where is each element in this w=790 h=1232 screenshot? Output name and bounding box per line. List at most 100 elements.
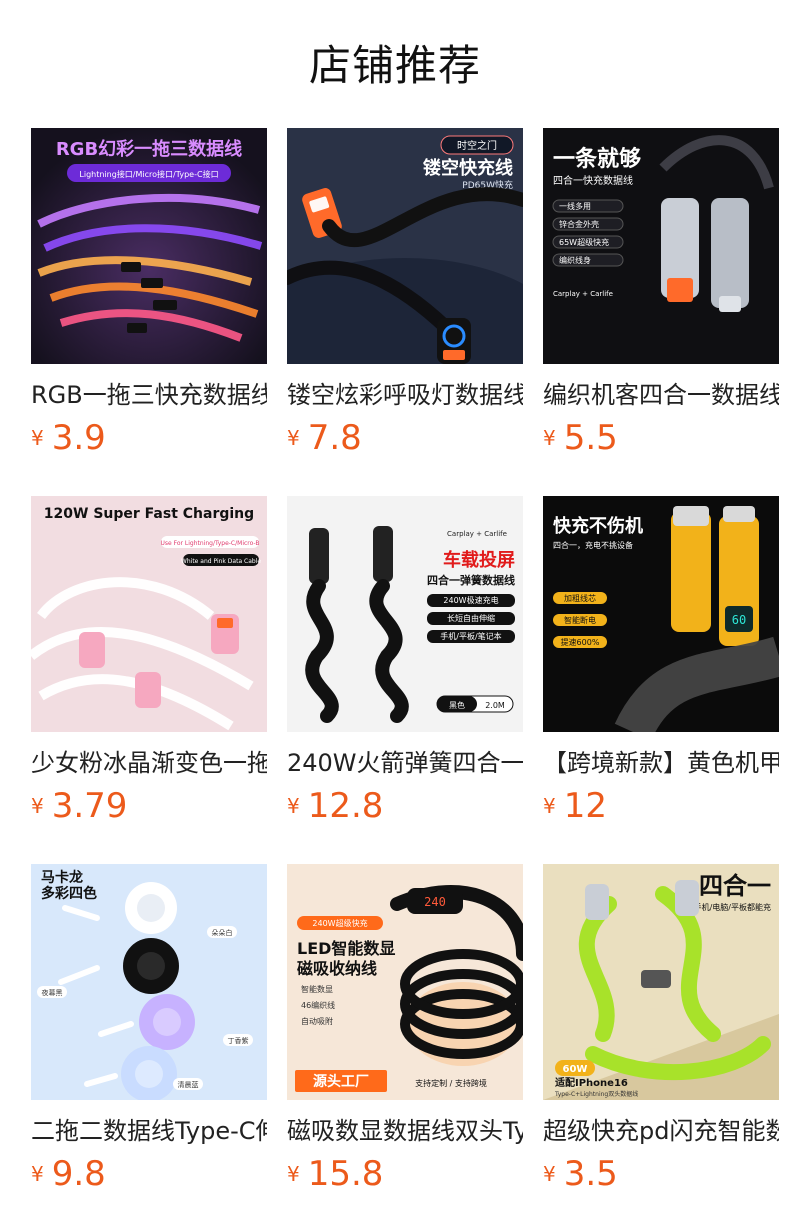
currency-symbol: ¥ <box>31 426 44 450</box>
product-image[interactable]: 240W超级快充 LED智能数显 磁吸收纳线 智能数显 46编织线 自动吸附 2… <box>287 864 523 1100</box>
product-price: ¥3.79 <box>31 784 127 828</box>
feature-text: 锌合金外壳 <box>559 219 599 229</box>
image-badge: 时空之门 <box>457 139 497 152</box>
image-headline: 一条就够 <box>553 146 641 172</box>
image-subline: 磁吸收纳线 <box>297 959 377 978</box>
product-name[interactable]: 二拖二数据线Type-C伸缩 <box>31 1114 267 1148</box>
product-name[interactable]: 【跨境新款】黄色机甲数据线 <box>543 746 779 780</box>
price-value: 3.79 <box>51 786 128 826</box>
product-card[interactable]: 快充不伤机 四合一，充电不挑设备 加粗线芯 智能断电 提速600% 60 【跨境… <box>543 496 779 864</box>
product-price: ¥7.8 <box>287 416 362 460</box>
price-value: 12.8 <box>307 786 384 826</box>
feature-text: 65W超级快充 <box>559 237 609 247</box>
image-tag-length: 2.0M <box>485 701 505 710</box>
product-card[interactable]: 四合一 手机/电脑/平板都能充 60W 适配IPhone16 Type-C+Li… <box>543 864 779 1232</box>
image-headline: 车载投屏 <box>443 549 515 571</box>
product-name[interactable]: 超级快充pd闪充智能数据线 <box>543 1114 779 1148</box>
price-value: 12 <box>563 786 607 826</box>
currency-symbol: ¥ <box>287 1162 300 1186</box>
feature-text: 加粗线芯 <box>564 593 596 603</box>
product-name[interactable]: 镂空炫彩呼吸灯数据线 <box>287 378 523 412</box>
image-badge: 240W超级快充 <box>312 918 367 928</box>
image-footer: 源头工厂 <box>313 1073 369 1090</box>
color-label: 丁香紫 <box>228 1036 249 1045</box>
price-value: 5.5 <box>563 418 618 458</box>
product-image[interactable]: 四合一 手机/电脑/平板都能充 60W 适配IPhone16 Type-C+Li… <box>543 864 779 1100</box>
color-label: 清晨蓝 <box>178 1080 199 1089</box>
currency-symbol: ¥ <box>543 794 556 818</box>
feature-text: 提速600% <box>561 637 600 647</box>
image-headline: 四合一 <box>699 872 771 900</box>
product-image[interactable]: 快充不伤机 四合一，充电不挑设备 加粗线芯 智能断电 提速600% 60 <box>543 496 779 732</box>
image-tag: 60W <box>563 1064 588 1075</box>
price-value: 15.8 <box>307 1154 384 1194</box>
image-subline: 四合一，充电不挑设备 <box>553 540 633 550</box>
image-footer-small: Type-C+Lightning双头数据线 <box>554 1090 638 1098</box>
image-tag-color: 黑色 <box>449 700 465 710</box>
product-card[interactable]: 120W Super Fast Charging Use For Lightni… <box>31 496 267 864</box>
product-name[interactable]: 240W火箭弹簧四合一数据线 <box>287 746 523 780</box>
product-image[interactable]: RGB幻彩一拖三数据线 Lightning接口/Micro接口/Type-C接口 <box>31 128 267 364</box>
feature-text: 智能断电 <box>564 615 596 625</box>
currency-symbol: ¥ <box>287 794 300 818</box>
product-name[interactable]: 编织机客四合一数据线 <box>543 378 779 412</box>
feature-text: 46编织线 <box>301 1000 335 1010</box>
image-top: Carplay + Carlife <box>447 530 507 538</box>
section-title: 店铺推荐 <box>308 41 481 90</box>
feature-text: 一线多用 <box>559 201 591 211</box>
product-price: ¥3.5 <box>543 1152 618 1196</box>
product-image[interactable]: 一条就够 四合一快充数据线 一线多用 锌合金外壳 65W超级快充 编织线身 Ca… <box>543 128 779 364</box>
svg-text:240: 240 <box>424 895 446 909</box>
price-value: 3.9 <box>51 418 106 458</box>
svg-text:60: 60 <box>732 613 746 627</box>
product-price: ¥12.8 <box>287 784 383 828</box>
product-card[interactable]: 240W超级快充 LED智能数显 磁吸收纳线 智能数显 46编织线 自动吸附 2… <box>287 864 523 1232</box>
feature-text: 编织线身 <box>559 255 591 265</box>
image-subline: Use For Lightning/Type-C/Micro-B <box>161 540 260 547</box>
image-headline: 120W Super Fast Charging <box>44 506 254 522</box>
product-image[interactable]: 马卡龙 多彩四色 朵朵白 夜幕黑 丁香紫 清晨蓝 <box>31 864 267 1100</box>
product-image[interactable]: 时空之门 镂空快充线 PD65W快充 <box>287 128 523 364</box>
product-name[interactable]: 磁吸数显数据线双头Type-C <box>287 1114 523 1148</box>
image-subline: 手机/电脑/平板都能充 <box>694 902 771 912</box>
feature-text: 长短自由伸缩 <box>447 613 495 623</box>
image-footer-tag: 支持定制 / 支持跨境 <box>415 1078 487 1088</box>
product-grid: RGB幻彩一拖三数据线 Lightning接口/Micro接口/Type-C接口… <box>31 128 790 1232</box>
image-subline: 四合一弹簧数据线 <box>427 573 515 587</box>
currency-symbol: ¥ <box>543 426 556 450</box>
feature-text: 手机/平板/笔记本 <box>440 631 501 641</box>
product-image[interactable]: 120W Super Fast Charging Use For Lightni… <box>31 496 267 732</box>
currency-symbol: ¥ <box>543 1162 556 1186</box>
currency-symbol: ¥ <box>31 1162 44 1186</box>
price-value: 7.8 <box>307 418 362 458</box>
product-name[interactable]: RGB一拖三快充数据线 <box>31 378 267 412</box>
product-image[interactable]: Carplay + Carlife 车载投屏 四合一弹簧数据线 240W极速充电… <box>287 496 523 732</box>
image-headline: 镂空快充线 <box>423 157 513 179</box>
image-headline: 马卡龙 <box>41 869 83 886</box>
product-price: ¥3.9 <box>31 416 106 460</box>
image-headline: 快充不伤机 <box>553 515 643 537</box>
color-label: 夜幕黑 <box>42 988 63 997</box>
product-card[interactable]: 马卡龙 多彩四色 朵朵白 夜幕黑 丁香紫 清晨蓝 二拖二数据线Type-C ¥ … <box>31 864 267 1232</box>
feature-text: 240W极速充电 <box>443 595 498 605</box>
product-card[interactable]: 一条就够 四合一快充数据线 一线多用 锌合金外壳 65W超级快充 编织线身 Ca… <box>543 128 779 496</box>
product-card[interactable]: Carplay + Carlife 车载投屏 四合一弹簧数据线 240W极速充电… <box>287 496 523 864</box>
product-name[interactable]: 少女粉冰晶渐变色一拖三 <box>31 746 267 780</box>
product-price: ¥5.5 <box>543 416 618 460</box>
image-headline: RGB幻彩一拖三数据线 <box>56 138 242 160</box>
currency-symbol: ¥ <box>31 794 44 818</box>
feature-text: 自动吸附 <box>301 1016 333 1026</box>
color-label: 朵朵白 <box>212 928 233 937</box>
price-value: 3.5 <box>563 1154 618 1194</box>
currency-symbol: ¥ <box>287 426 300 450</box>
image-subline: Lightning接口/Micro接口/Type-C接口 <box>79 169 218 179</box>
image-footer: 适配IPhone16 <box>555 1076 628 1089</box>
feature-text: 智能数显 <box>301 984 333 994</box>
product-card[interactable]: 时空之门 镂空快充线 PD65W快充 镂空炫彩呼吸灯数据线 ¥7.8 <box>287 128 523 496</box>
image-headline: LED智能数显 <box>297 939 395 958</box>
product-price: ¥9.8 <box>31 1152 106 1196</box>
image-footer: Carplay + Carlife <box>553 290 613 298</box>
image-subline: 多彩四色 <box>41 885 97 902</box>
product-card[interactable]: RGB幻彩一拖三数据线 Lightning接口/Micro接口/Type-C接口… <box>31 128 267 496</box>
store-recommendation-page: 店铺推荐 RGB幻彩一拖三数据线 Lightning接口/Micro接口/Typ… <box>0 0 790 1232</box>
